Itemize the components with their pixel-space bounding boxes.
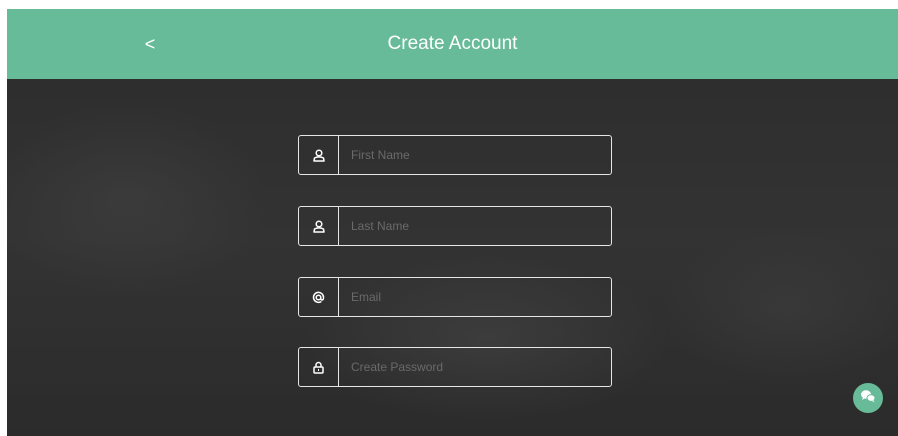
user-icon bbox=[299, 136, 339, 174]
first-name-field bbox=[298, 135, 612, 175]
last-name-field bbox=[298, 206, 612, 246]
first-name-input[interactable] bbox=[339, 136, 611, 174]
header-bar: < Create Account bbox=[7, 9, 898, 79]
email-field bbox=[298, 277, 612, 317]
app-frame: < Create Account bbox=[7, 9, 898, 436]
chat-bubbles-icon bbox=[860, 389, 876, 408]
user-icon bbox=[299, 207, 339, 245]
password-field bbox=[298, 347, 612, 387]
at-sign-icon bbox=[299, 278, 339, 316]
background-image-area bbox=[7, 79, 898, 436]
create-password-input[interactable] bbox=[339, 348, 611, 386]
email-input[interactable] bbox=[339, 278, 611, 316]
lock-icon bbox=[299, 348, 339, 386]
last-name-input[interactable] bbox=[339, 207, 611, 245]
chat-widget-button[interactable] bbox=[853, 383, 883, 413]
page-title: Create Account bbox=[387, 33, 518, 54]
